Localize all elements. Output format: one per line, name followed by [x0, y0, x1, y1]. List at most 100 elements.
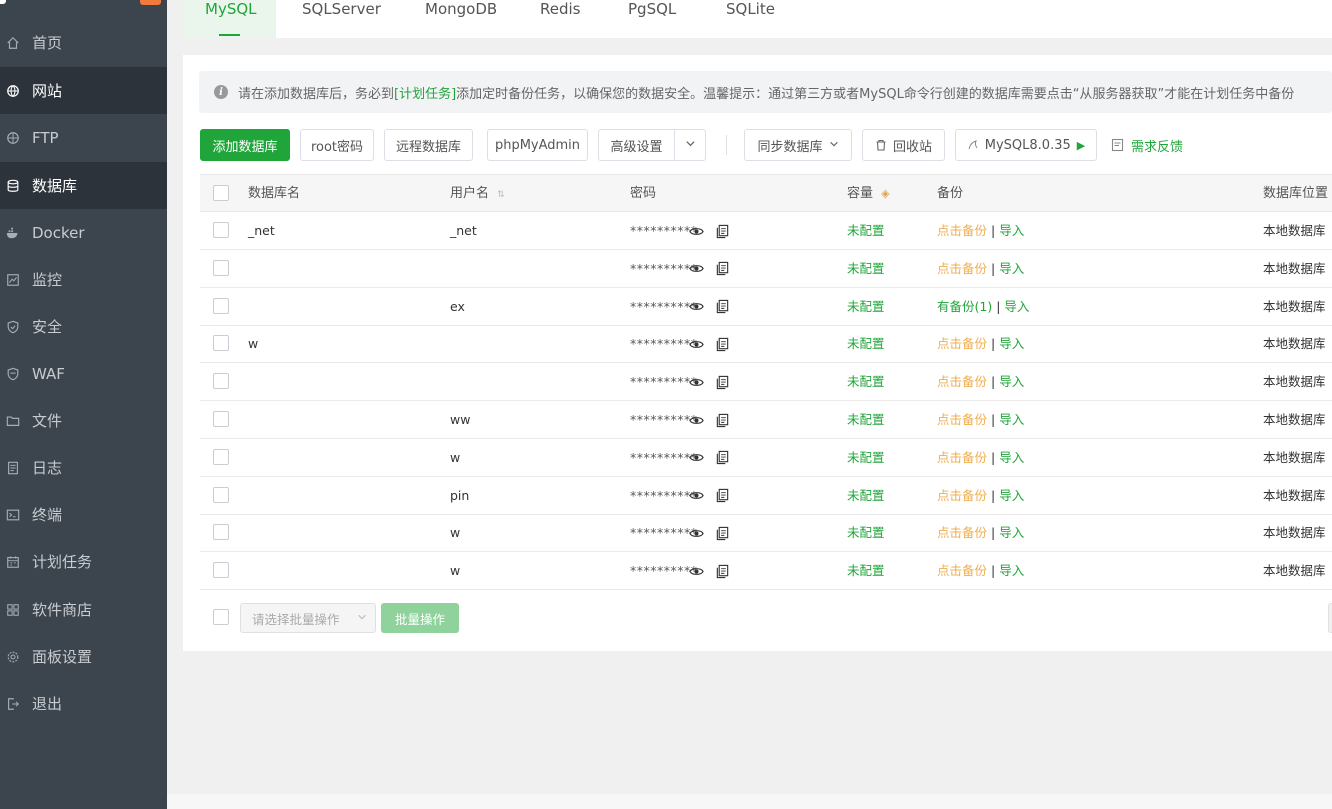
backup-link[interactable]: 有备份(1): [937, 299, 992, 314]
tab-label: PgSQL: [628, 0, 677, 18]
copy-icon[interactable]: [714, 374, 730, 390]
copy-icon[interactable]: [714, 412, 730, 428]
batch-operation-button[interactable]: 批量操作: [381, 603, 459, 633]
column-db-name[interactable]: 数据库名: [248, 175, 300, 212]
row-checkbox[interactable]: [213, 335, 229, 352]
capacity-cell[interactable]: 未配置: [847, 477, 885, 514]
eye-icon[interactable]: [688, 261, 704, 277]
eye-icon[interactable]: [688, 488, 704, 504]
sidebar-item-waf[interactable]: WAF: [0, 350, 167, 397]
sidebar-item-files[interactable]: 文件: [0, 397, 167, 444]
select-all-checkbox[interactable]: [213, 185, 229, 201]
import-link[interactable]: 导入: [999, 450, 1024, 465]
copy-icon[interactable]: [714, 525, 730, 541]
pagination-prev-button[interactable]: <: [1328, 603, 1332, 633]
sidebar-item-docker[interactable]: Docker: [0, 209, 167, 256]
eye-icon[interactable]: [688, 299, 704, 315]
capacity-cell[interactable]: 未配置: [847, 514, 885, 551]
import-link[interactable]: 导入: [999, 563, 1024, 578]
backup-link[interactable]: 点击备份: [937, 412, 987, 427]
tab-redis[interactable]: Redis: [540, 0, 590, 38]
backup-link[interactable]: 点击备份: [937, 563, 987, 578]
advanced-settings-button[interactable]: 高级设置: [598, 129, 675, 161]
sidebar-item-logs[interactable]: 日志: [0, 444, 167, 491]
sidebar-item-monitor[interactable]: 监控: [0, 256, 167, 303]
backup-link[interactable]: 点击备份: [937, 336, 987, 351]
import-link[interactable]: 导入: [999, 261, 1024, 276]
copy-icon[interactable]: [714, 223, 730, 239]
mysql-version-button[interactable]: MySQL8.0.35 ▶: [955, 129, 1097, 161]
feedback-link[interactable]: 需求反馈: [1111, 129, 1183, 161]
eye-icon[interactable]: [688, 336, 704, 352]
import-link[interactable]: 导入: [999, 374, 1024, 389]
tab-pgsql[interactable]: PgSQL: [628, 0, 688, 38]
copy-icon[interactable]: [714, 563, 730, 579]
row-checkbox[interactable]: [213, 486, 229, 503]
sidebar-item-panel-settings[interactable]: 面板设置: [0, 633, 167, 680]
import-link[interactable]: 导入: [999, 223, 1024, 238]
backup-link[interactable]: 点击备份: [937, 374, 987, 389]
column-username[interactable]: 用户名 ⇅: [450, 175, 505, 212]
sidebar-item-ftp[interactable]: FTP: [0, 114, 167, 161]
sidebar-item-database[interactable]: 数据库: [0, 162, 167, 209]
capacity-cell[interactable]: 未配置: [847, 325, 885, 362]
row-checkbox[interactable]: [213, 411, 229, 427]
copy-icon[interactable]: [714, 261, 730, 277]
sync-database-button[interactable]: 同步数据库: [744, 129, 852, 161]
backup-link[interactable]: 点击备份: [937, 261, 987, 276]
row-checkbox[interactable]: [213, 448, 229, 465]
sidebar-item-app-store[interactable]: 软件商店: [0, 586, 167, 633]
phpmyadmin-button[interactable]: phpMyAdmin: [487, 129, 588, 161]
batch-operation-select[interactable]: 请选择批量操作: [240, 603, 376, 633]
capacity-cell[interactable]: 未配置: [847, 212, 885, 249]
add-database-button[interactable]: 添加数据库: [200, 129, 290, 161]
recycle-bin-button[interactable]: 回收站: [862, 129, 945, 161]
backup-link[interactable]: 点击备份: [937, 223, 987, 238]
sidebar-item-terminal[interactable]: 终端: [0, 491, 167, 538]
advanced-settings-dropdown[interactable]: [674, 129, 706, 161]
backup-link[interactable]: 点击备份: [937, 488, 987, 503]
eye-icon[interactable]: [688, 525, 704, 541]
capacity-cell[interactable]: 未配置: [847, 288, 885, 325]
tab-mongodb[interactable]: MongoDB: [425, 0, 505, 38]
cron-task-link[interactable]: [计划任务]: [394, 83, 456, 102]
sidebar-item-security[interactable]: 安全: [0, 303, 167, 350]
import-link[interactable]: 导入: [999, 336, 1024, 351]
sidebar-item-home[interactable]: 首页: [0, 19, 167, 66]
import-link[interactable]: 导入: [999, 488, 1024, 503]
eye-icon[interactable]: [688, 450, 704, 466]
import-link[interactable]: 导入: [999, 412, 1024, 427]
eye-icon[interactable]: [688, 412, 704, 428]
eye-icon[interactable]: [688, 563, 704, 579]
eye-icon[interactable]: [688, 374, 704, 390]
row-checkbox[interactable]: [213, 297, 229, 314]
import-link[interactable]: 导入: [999, 525, 1024, 540]
capacity-cell[interactable]: 未配置: [847, 401, 885, 438]
sidebar-item-website[interactable]: 网站: [0, 67, 167, 114]
capacity-cell[interactable]: 未配置: [847, 250, 885, 287]
batch-select-checkbox[interactable]: [213, 609, 229, 625]
copy-icon[interactable]: [714, 488, 730, 504]
backup-link[interactable]: 点击备份: [937, 450, 987, 465]
copy-icon[interactable]: [714, 450, 730, 466]
tab-mysql[interactable]: MySQL: [183, 0, 276, 38]
tab-sqlserver[interactable]: SQLServer: [302, 0, 392, 38]
remote-database-button[interactable]: 远程数据库: [384, 129, 473, 161]
tab-sqlite[interactable]: SQLite: [726, 0, 786, 38]
eye-icon[interactable]: [688, 223, 704, 239]
capacity-cell[interactable]: 未配置: [847, 439, 885, 476]
copy-icon[interactable]: [714, 299, 730, 315]
row-checkbox[interactable]: [213, 373, 229, 390]
root-password-button[interactable]: root密码: [300, 129, 374, 161]
copy-icon[interactable]: [714, 336, 730, 352]
sidebar-item-cron[interactable]: 计划任务: [0, 538, 167, 585]
row-checkbox[interactable]: [213, 259, 229, 276]
import-link[interactable]: 导入: [1004, 299, 1029, 314]
row-checkbox[interactable]: [213, 222, 229, 238]
backup-link[interactable]: 点击备份: [937, 525, 987, 540]
row-checkbox[interactable]: [213, 524, 229, 541]
capacity-cell[interactable]: 未配置: [847, 363, 885, 400]
sidebar-item-logout[interactable]: 退出: [0, 680, 167, 727]
row-checkbox[interactable]: [213, 562, 229, 579]
capacity-cell[interactable]: 未配置: [847, 552, 885, 589]
